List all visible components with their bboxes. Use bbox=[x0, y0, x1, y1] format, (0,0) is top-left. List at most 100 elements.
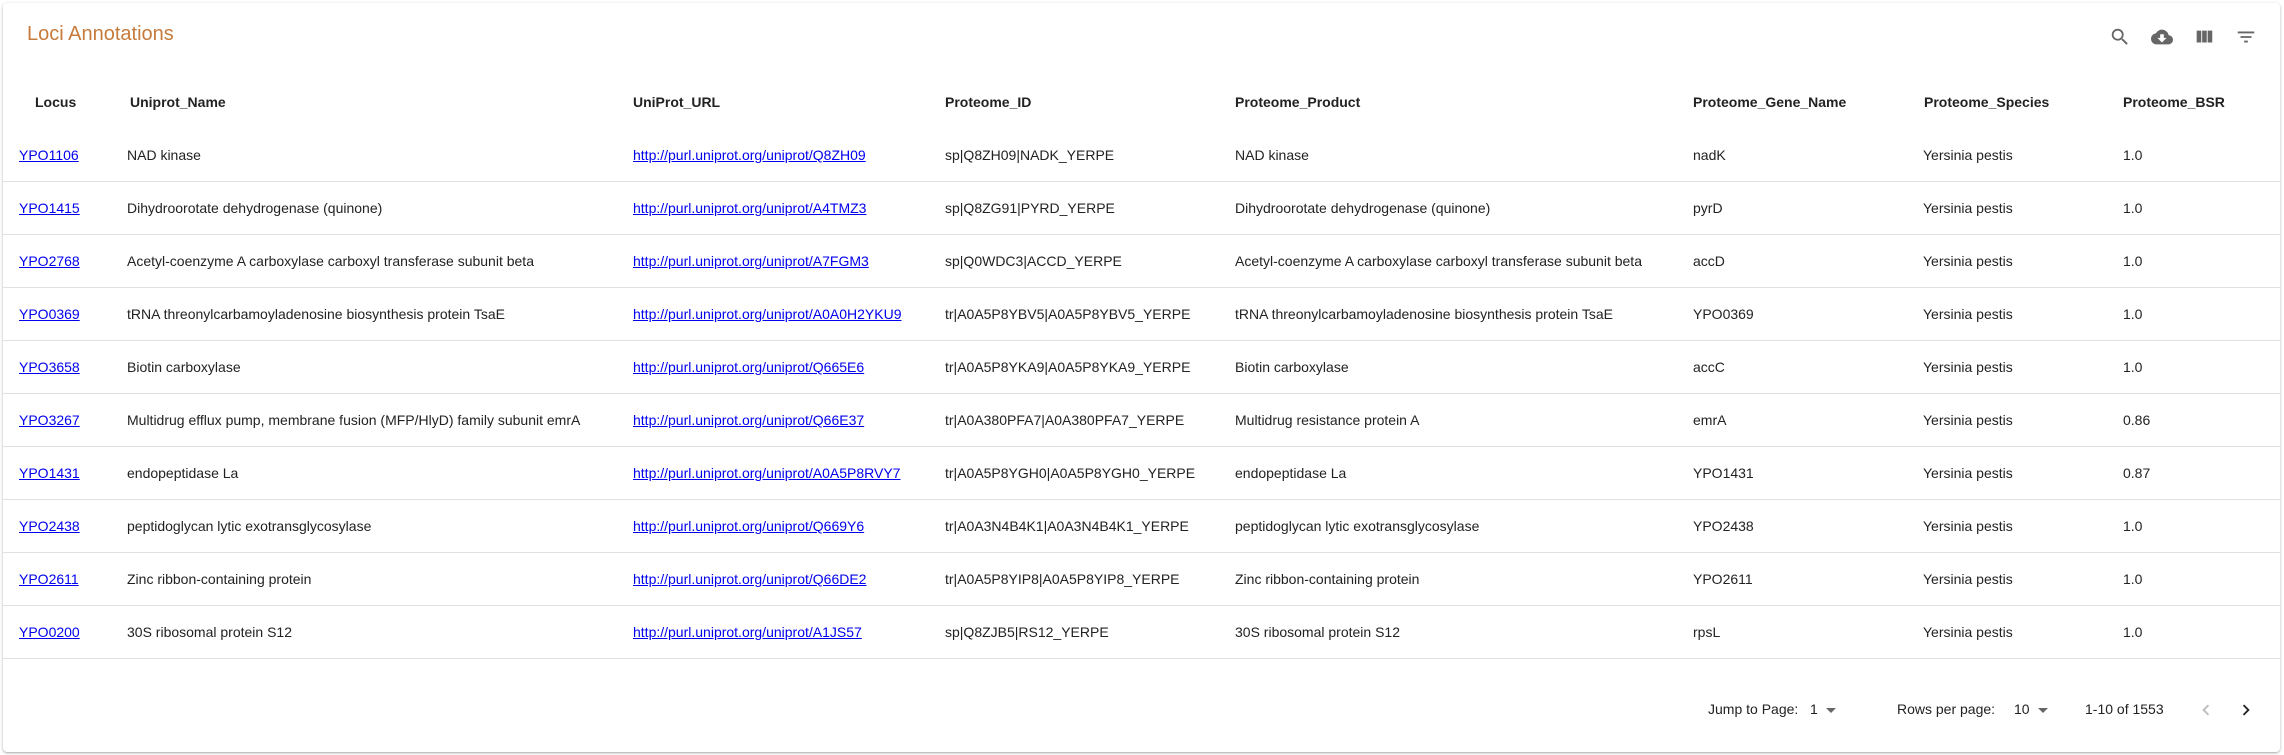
table-cell: Zinc ribbon-containing protein bbox=[1219, 552, 1677, 606]
column-header-locus[interactable]: Locus bbox=[3, 79, 111, 129]
proteome-product-cell: Multidrug resistance protein A bbox=[1235, 412, 1420, 428]
table-cell: tRNA threonylcarbamoyladenosine biosynth… bbox=[111, 287, 617, 341]
table-cell: 1.0 bbox=[2107, 552, 2280, 606]
table-cell: NAD kinase bbox=[111, 129, 617, 182]
table-card: Loci Annotations Locus Uniprot_Name UniP… bbox=[3, 3, 2280, 752]
rows-per-page-value: 10 bbox=[2014, 701, 2030, 717]
proteome-id-cell: sp|Q8ZJB5|RS12_YERPE bbox=[945, 624, 1109, 640]
locus-link[interactable]: YPO1431 bbox=[19, 465, 80, 481]
gene-name-cell: pyrD bbox=[1693, 200, 1723, 216]
column-header-proteome-id[interactable]: Proteome_ID bbox=[929, 79, 1219, 129]
proteome-id-cell: tr|A0A3N4B4K1|A0A3N4B4K1_YERPE bbox=[945, 518, 1189, 534]
table-cell: Multidrug efflux pump, membrane fusion (… bbox=[111, 393, 617, 447]
locus-link[interactable]: YPO1415 bbox=[19, 200, 80, 216]
jump-to-page-value: 1 bbox=[1810, 701, 1818, 717]
gene-name-cell: emrA bbox=[1693, 412, 1727, 428]
table-cell: http://purl.uniprot.org/uniprot/A4TMZ3 bbox=[617, 181, 929, 235]
table-cell: pyrD bbox=[1677, 181, 1907, 235]
rows-per-page-select[interactable]: 10 bbox=[2014, 701, 2048, 717]
table-cell: endopeptidase La bbox=[111, 446, 617, 500]
table-cell: NAD kinase bbox=[1219, 129, 1677, 182]
table-cell: YPO1431 bbox=[1677, 446, 1907, 500]
column-header-proteome-gene-name[interactable]: Proteome_Gene_Name bbox=[1677, 79, 1907, 129]
column-header-proteome-bsr[interactable]: Proteome_BSR bbox=[2107, 79, 2280, 129]
jump-to-page-select[interactable]: 1 bbox=[1810, 701, 1836, 717]
previous-page-button[interactable] bbox=[2191, 695, 2221, 725]
filter-icon[interactable] bbox=[2234, 25, 2258, 49]
uniprot-url-link[interactable]: http://purl.uniprot.org/uniprot/A7FGM3 bbox=[633, 253, 869, 269]
table-row: YPO1431 endopeptidase La http://purl.unipr… bbox=[3, 446, 2280, 500]
table-cell: 1.0 bbox=[2107, 340, 2280, 394]
chevron-left-icon bbox=[2202, 704, 2210, 716]
table-cell: Yersinia pestis bbox=[1907, 552, 2107, 606]
column-header-proteome-species[interactable]: Proteome_Species bbox=[1907, 79, 2107, 129]
uniprot-url-link[interactable]: http://purl.uniprot.org/uniprot/Q8ZH09 bbox=[633, 147, 866, 163]
table-cell: 30S ribosomal protein S12 bbox=[111, 605, 617, 659]
view-columns-icon[interactable] bbox=[2192, 25, 2216, 49]
uniprot-url-link[interactable]: http://purl.uniprot.org/uniprot/A0A0H2YK… bbox=[633, 306, 902, 322]
column-header-proteome-product[interactable]: Proteome_Product bbox=[1219, 79, 1677, 129]
proteome-product-cell: 30S ribosomal protein S12 bbox=[1235, 624, 1400, 640]
table-cell: tr|A0A5P8YIP8|A0A5P8YIP8_YERPE bbox=[929, 552, 1219, 606]
table-cell: 1.0 bbox=[2107, 287, 2280, 341]
column-header-uniprot-name[interactable]: Uniprot_Name bbox=[111, 79, 617, 129]
table-cell: http://purl.uniprot.org/uniprot/Q8ZH09 bbox=[617, 129, 929, 182]
bsr-cell: 1.0 bbox=[2123, 571, 2143, 587]
locus-link[interactable]: YPO0200 bbox=[19, 624, 80, 640]
table-cell: 1.0 bbox=[2107, 605, 2280, 659]
uniprot-url-link[interactable]: http://purl.uniprot.org/uniprot/Q66DE2 bbox=[633, 571, 866, 587]
next-page-button[interactable] bbox=[2231, 695, 2261, 725]
table-cell: Biotin carboxylase bbox=[1219, 340, 1677, 394]
table-cell: Yersinia pestis bbox=[1907, 234, 2107, 288]
locus-link[interactable]: YPO0369 bbox=[19, 306, 80, 322]
proteome-product-cell: Biotin carboxylase bbox=[1235, 359, 1349, 375]
locus-link[interactable]: YPO3658 bbox=[19, 359, 80, 375]
table-cell: sp|Q8ZG91|PYRD_YERPE bbox=[929, 181, 1219, 235]
bsr-cell: 1.0 bbox=[2123, 147, 2143, 163]
table-cell: Yersinia pestis bbox=[1907, 605, 2107, 659]
table-cell: YPO0369 bbox=[3, 287, 111, 341]
bsr-cell: 1.0 bbox=[2123, 359, 2143, 375]
table-cell: 1.0 bbox=[2107, 181, 2280, 235]
table-cell: http://purl.uniprot.org/uniprot/A0A5P8RV… bbox=[617, 446, 929, 500]
table-cell: YPO2611 bbox=[1677, 552, 1907, 606]
proteome-product-cell: Dihydroorotate dehydrogenase (quinone) bbox=[1235, 200, 1491, 216]
cloud-download-icon[interactable] bbox=[2150, 25, 2174, 49]
search-icon[interactable] bbox=[2108, 25, 2132, 49]
table-cell: Multidrug resistance protein A bbox=[1219, 393, 1677, 447]
proteome-id-cell: tr|A0A5P8YIP8|A0A5P8YIP8_YERPE bbox=[945, 571, 1180, 587]
uniprot-url-link[interactable]: http://purl.uniprot.org/uniprot/A0A5P8RV… bbox=[633, 465, 900, 481]
jump-to-page-label: Jump to Page: bbox=[1708, 701, 1799, 717]
table-cell: YPO0369 bbox=[1677, 287, 1907, 341]
uniprot-name-cell: NAD kinase bbox=[127, 147, 201, 163]
toolbar bbox=[2108, 25, 2258, 49]
uniprot-name-cell: Zinc ribbon-containing protein bbox=[127, 571, 312, 587]
uniprot-url-link[interactable]: http://purl.uniprot.org/uniprot/Q66E37 bbox=[633, 412, 864, 428]
gene-name-cell: YPO2611 bbox=[1693, 571, 1753, 587]
species-cell: Yersinia pestis bbox=[1923, 465, 2013, 481]
column-header-uniprot-url[interactable]: UniProt_URL bbox=[617, 79, 929, 129]
table-cell: accD bbox=[1677, 234, 1907, 288]
uniprot-url-link[interactable]: http://purl.uniprot.org/uniprot/Q669Y6 bbox=[633, 518, 864, 534]
locus-link[interactable]: YPO2438 bbox=[19, 518, 80, 534]
proteome-product-cell: Zinc ribbon-containing protein bbox=[1235, 571, 1420, 587]
uniprot-name-cell: endopeptidase La bbox=[127, 465, 239, 481]
locus-link[interactable]: YPO2611 bbox=[19, 571, 79, 587]
uniprot-url-link[interactable]: http://purl.uniprot.org/uniprot/A1JS57 bbox=[633, 624, 862, 640]
uniprot-url-link[interactable]: http://purl.uniprot.org/uniprot/A4TMZ3 bbox=[633, 200, 866, 216]
table-cell: Yersinia pestis bbox=[1907, 393, 2107, 447]
proteome-id-cell: sp|Q8ZG91|PYRD_YERPE bbox=[945, 200, 1115, 216]
species-cell: Yersinia pestis bbox=[1923, 571, 2013, 587]
uniprot-name-cell: peptidoglycan lytic exotransglycosylase bbox=[127, 518, 372, 534]
table-cell: Dihydroorotate dehydrogenase (quinone) bbox=[111, 181, 617, 235]
locus-link[interactable]: YPO2768 bbox=[19, 253, 80, 269]
locus-link[interactable]: YPO1106 bbox=[19, 147, 79, 163]
uniprot-url-link[interactable]: http://purl.uniprot.org/uniprot/Q665E6 bbox=[633, 359, 864, 375]
species-cell: Yersinia pestis bbox=[1923, 147, 2013, 163]
proteome-id-cell: tr|A0A5P8YGH0|A0A5P8YGH0_YERPE bbox=[945, 465, 1196, 481]
locus-link[interactable]: YPO3267 bbox=[19, 412, 80, 428]
proteome-id-cell: sp|Q0WDC3|ACCD_YERPE bbox=[945, 253, 1122, 269]
table-cell: Acetyl-coenzyme A carboxylase carboxyl t… bbox=[111, 234, 617, 288]
table-cell: Yersinia pestis bbox=[1907, 340, 2107, 394]
gene-name-cell: accD bbox=[1693, 253, 1725, 269]
